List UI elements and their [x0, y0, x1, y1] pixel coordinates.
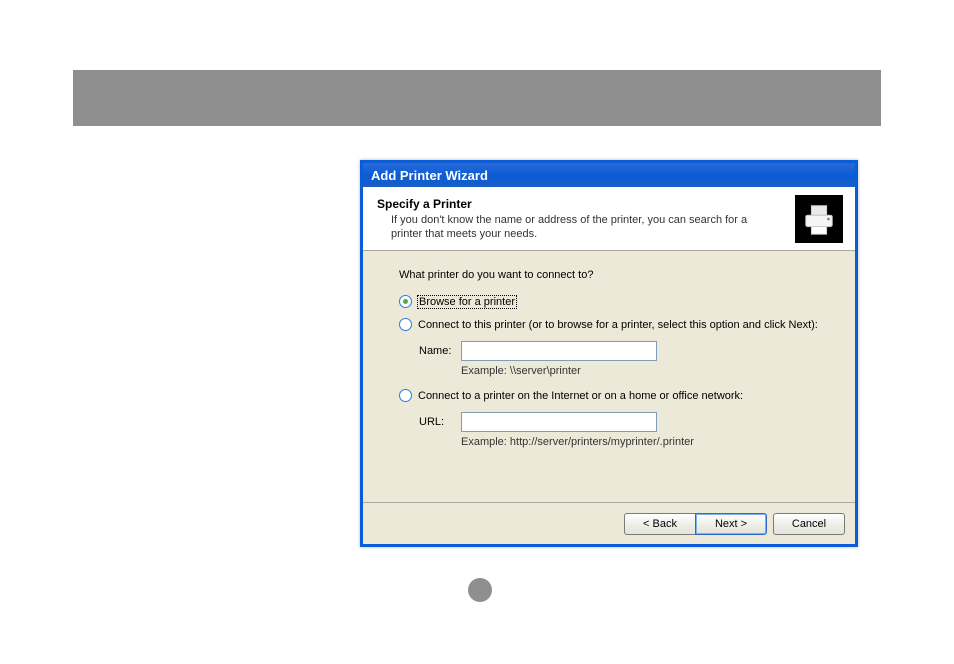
back-button[interactable]: < Back — [624, 513, 696, 535]
name-label: Name: — [419, 345, 461, 357]
radio-browse-label: Browse for a printer — [418, 296, 516, 308]
page-header-bar — [73, 70, 881, 126]
nav-button-group: < Back Next > — [624, 513, 767, 535]
next-button[interactable]: Next > — [695, 513, 767, 535]
header-description: If you don't know the name or address of… — [377, 213, 781, 242]
back-button-label: < Back — [643, 518, 677, 530]
name-input[interactable] — [461, 341, 657, 361]
name-example: Example: \\server\printer — [461, 365, 819, 377]
url-example: Example: http://server/printers/myprinte… — [461, 436, 819, 448]
cancel-button-label: Cancel — [792, 518, 826, 530]
button-bar: < Back Next > Cancel — [363, 502, 855, 544]
header-title: Specify a Printer — [377, 197, 781, 211]
header-text: Specify a Printer If you don't know the … — [377, 197, 841, 242]
page-number-circle — [468, 578, 492, 602]
url-label: URL: — [419, 416, 461, 428]
url-input[interactable] — [461, 412, 657, 432]
name-field-row: Name: — [419, 341, 819, 361]
cancel-button[interactable]: Cancel — [773, 513, 845, 535]
header-panel: Specify a Printer If you don't know the … — [363, 187, 855, 251]
next-button-label: Next > — [715, 518, 747, 530]
radio-connect-row[interactable]: Connect to this printer (or to browse fo… — [399, 318, 819, 331]
radio-internet-label: Connect to a printer on the Internet or … — [418, 390, 743, 402]
title-bar: Add Printer Wizard — [363, 163, 855, 187]
radio-browse-row[interactable]: Browse for a printer — [399, 295, 819, 308]
add-printer-wizard-dialog: Add Printer Wizard Specify a Printer If … — [360, 160, 858, 547]
body-panel: What printer do you want to connect to? … — [363, 251, 855, 472]
radio-connect-label: Connect to this printer (or to browse fo… — [418, 319, 818, 331]
printer-icon — [795, 195, 843, 243]
prompt-text: What printer do you want to connect to? — [399, 269, 819, 281]
radio-connect[interactable] — [399, 318, 412, 331]
radio-internet[interactable] — [399, 389, 412, 402]
url-field-row: URL: — [419, 412, 819, 432]
dialog-title: Add Printer Wizard — [371, 168, 488, 183]
radio-browse[interactable] — [399, 295, 412, 308]
radio-internet-row[interactable]: Connect to a printer on the Internet or … — [399, 389, 819, 402]
